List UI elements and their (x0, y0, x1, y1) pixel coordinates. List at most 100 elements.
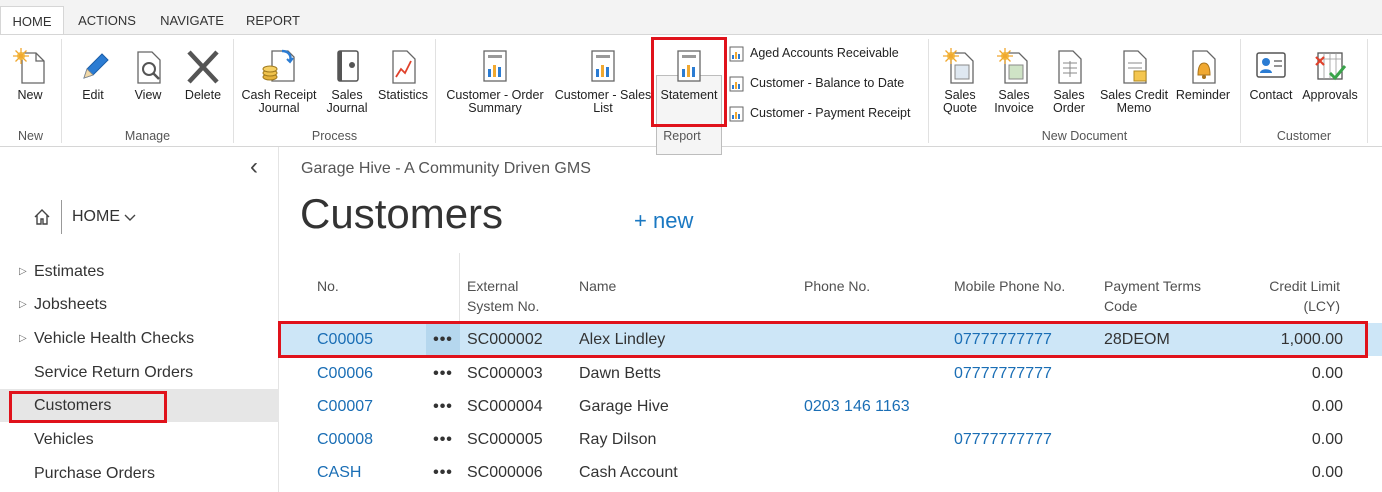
table-row[interactable]: C00007 ••• SC000004 Garage Hive 0203 146… (280, 390, 1382, 423)
column-header-label-line2: (LCY) (1303, 298, 1340, 314)
tab-report[interactable]: REPORT (240, 6, 306, 35)
sales-credit-memo-button[interactable]: Sales Credit Memo (1098, 47, 1170, 115)
credit-memo-label: Sales Credit Memo (1098, 89, 1170, 115)
row-actions-ellipsis-icon[interactable]: ••• (426, 390, 460, 423)
sales-journal-button[interactable]: Sales Journal (324, 47, 370, 115)
row-actions-ellipsis-icon[interactable]: ••• (426, 357, 460, 390)
statistics-button[interactable]: Statistics (375, 47, 431, 102)
customer-no-link[interactable]: C00006 (317, 357, 373, 390)
row-actions-ellipsis-icon[interactable]: ••• (426, 456, 460, 489)
customer-sales-list-button[interactable]: Customer - Sales List (553, 47, 653, 115)
sales-order-button[interactable]: Sales Order (1046, 47, 1092, 115)
sales-quote-label: Sales Quote (936, 89, 984, 115)
nav-item-label: Service Return Orders (34, 364, 194, 381)
row-actions-ellipsis-icon[interactable]: ••• (426, 323, 460, 356)
column-header-label-line1: Credit Limit (1269, 278, 1340, 294)
tab-home[interactable]: HOME (0, 6, 64, 35)
table-row[interactable]: C00005 ••• SC000002 Alex Lindley 0777777… (280, 323, 1382, 356)
customer-no-link[interactable]: CASH (317, 456, 361, 489)
sales-quote-icon (943, 48, 974, 84)
collapse-nav-chevron-left-icon[interactable]: ‹ (250, 155, 258, 179)
table-row[interactable]: C00008 ••• SC000005 Ray Dilson 077777777… (280, 423, 1382, 456)
nav-item-customers[interactable]: Customers (0, 389, 279, 422)
customer-name: Garage Hive (579, 398, 669, 415)
mobile-phone-no[interactable]: 07777777777 (954, 423, 1052, 456)
view-label: View (134, 88, 162, 102)
sales-invoice-button[interactable]: Sales Invoice (990, 47, 1038, 115)
column-header-phone-no[interactable]: Phone No. (804, 276, 870, 296)
phone-no[interactable]: 0203 146 1163 (804, 390, 910, 423)
external-system-no: SC000004 (467, 398, 543, 415)
tab-navigate[interactable]: NAVIGATE (152, 6, 232, 35)
row-actions-ellipsis-icon[interactable]: ••• (426, 423, 460, 456)
nav-item-label: Vehicle Health Checks (34, 330, 195, 347)
plus-icon: + (634, 208, 647, 233)
customer-payment-receipt-button[interactable]: Customer - Payment Receipt (729, 103, 910, 125)
group-label-report: Report (663, 129, 701, 143)
column-header-no[interactable]: No. (317, 276, 339, 296)
sales-journal-label: Sales Journal (324, 89, 370, 115)
statistics-label: Statistics (377, 88, 428, 102)
contact-button[interactable]: Contact (1248, 47, 1294, 102)
nav-item-jobsheets[interactable]: ▷ Jobsheets (0, 288, 279, 321)
new-record-label: new (652, 208, 694, 233)
mobile-phone-no[interactable]: 07777777777 (954, 357, 1052, 390)
approvals-button[interactable]: Approvals (1299, 47, 1361, 102)
small-report-icon (729, 106, 744, 122)
column-header-payment-terms-code[interactable]: Payment Terms Code (1104, 276, 1201, 316)
credit-memo-icon (1123, 50, 1147, 84)
statement-label: Statement (660, 88, 718, 102)
report-icon (591, 50, 615, 82)
nav-item-estimates[interactable]: ▷ Estimates (0, 255, 279, 288)
customer-no-link[interactable]: C00005 (317, 323, 373, 356)
column-header-label: Name (579, 278, 617, 294)
delete-button[interactable]: Delete (180, 47, 226, 102)
nav-item-vehicle-health-checks[interactable]: ▷ Vehicle Health Checks (0, 322, 279, 355)
group-label-new: New (17, 129, 43, 143)
mobile-phone-no[interactable]: 07777777777 (954, 323, 1052, 356)
nav-item-purchase-orders[interactable]: Purchase Orders (0, 457, 279, 490)
group-separator (61, 39, 62, 143)
credit-limit: 1,000.00 (1280, 331, 1343, 348)
column-header-name[interactable]: Name (579, 276, 616, 296)
delete-label: Delete (184, 88, 222, 102)
payment-terms-code: 28DEOM (1104, 331, 1170, 348)
statement-button[interactable]: Statement (657, 47, 721, 102)
column-header-label: Phone No. (804, 278, 871, 294)
customer-order-summary-button[interactable]: Customer - Order Summary (442, 47, 548, 115)
credit-limit: 0.00 (1311, 365, 1343, 382)
column-header-credit-limit[interactable]: Credit Limit (LCY) (1240, 276, 1340, 316)
column-header-label-line1: Payment Terms (1104, 278, 1201, 294)
nav-item-vehicles[interactable]: Vehicles (0, 423, 279, 456)
statistics-chart-icon (392, 50, 416, 84)
sales-order-icon (1058, 50, 1082, 84)
column-header-label-line2: Code (1104, 298, 1138, 314)
sales-quote-button[interactable]: Sales Quote (936, 47, 984, 115)
tab-actions[interactable]: ACTIONS (70, 6, 144, 35)
reminder-bell-icon (1192, 50, 1216, 84)
sales-journal-label-line2: Journal (326, 101, 368, 115)
column-header-external-system-no[interactable]: External System No. (467, 276, 539, 316)
nav-item-label: Jobsheets (34, 296, 107, 313)
new-button[interactable]: New (8, 47, 52, 102)
sales-list-label-line2: List (593, 101, 613, 115)
sales-journal-icon (337, 50, 359, 82)
nav-item-service-return-orders[interactable]: Service Return Orders (0, 356, 279, 389)
expand-triangle-icon: ▷ (19, 266, 27, 277)
home-menu[interactable]: HOME (33, 200, 137, 234)
external-system-no: SC000003 (467, 365, 543, 382)
customer-no-link[interactable]: C00008 (317, 423, 373, 456)
cash-receipt-journal-button[interactable]: Cash Receipt Journal (239, 47, 319, 115)
new-record-button[interactable]: + new (634, 208, 693, 234)
pencil-icon (83, 53, 109, 79)
customer-balance-to-date-button[interactable]: Customer - Balance to Date (729, 73, 904, 95)
aged-accounts-receivable-button[interactable]: Aged Accounts Receivable (729, 43, 899, 65)
table-row[interactable]: C00006 ••• SC000003 Dawn Betts 077777777… (280, 357, 1382, 390)
reminder-button[interactable]: Reminder (1174, 47, 1232, 102)
table-row[interactable]: CASH ••• SC000006 Cash Account 0.00 (280, 456, 1382, 489)
edit-button[interactable]: Edit (72, 47, 114, 102)
column-header-mobile-phone-no[interactable]: Mobile Phone No. (954, 276, 1065, 296)
view-button[interactable]: View (127, 47, 169, 102)
new-label: New (17, 88, 43, 102)
customer-no-link[interactable]: C00007 (317, 390, 373, 423)
